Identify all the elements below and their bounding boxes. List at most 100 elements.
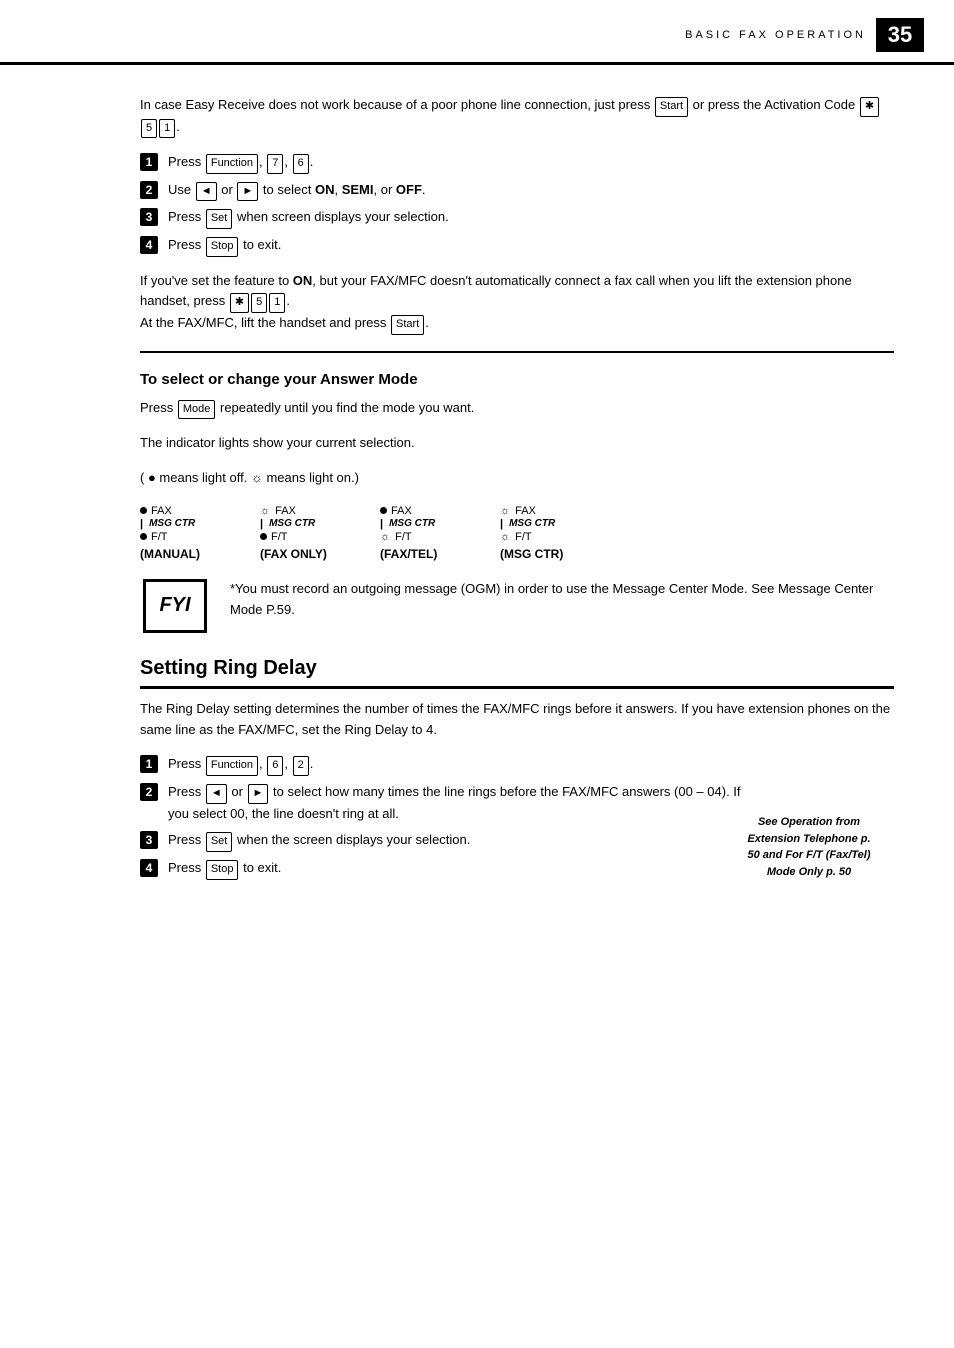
ring-step-4-text: Press xyxy=(168,860,205,875)
msgctr-fax-row: ☼ FAX xyxy=(500,505,555,517)
ring-step-4-end: to exit. xyxy=(239,860,281,875)
key-star2: ✱ xyxy=(230,293,249,313)
answer-mode-intro: Press Mode repeatedly until you find the… xyxy=(140,398,894,420)
msgctr-ft-row: ☼ F/T xyxy=(500,531,555,543)
mid-paragraph: If you've set the feature to ON, but you… xyxy=(140,271,894,335)
faxtel-ft-sun: ☼ xyxy=(380,531,390,543)
intro-text-1: In case Easy Receive does not work becau… xyxy=(140,97,654,112)
fyi-logo: FYI xyxy=(140,579,210,633)
key-stop-2: Stop xyxy=(206,860,239,880)
faxonly-fax-sun: ☼ xyxy=(260,505,270,517)
ring-step-3: 3 Press Set when the screen displays you… xyxy=(140,830,744,852)
manual-fax-label: FAX xyxy=(151,505,172,517)
step-num-1: 1 xyxy=(140,153,158,171)
ring-step-4: 4 Press Stop to exit. xyxy=(140,858,744,880)
step-3-content: Press Set when screen displays your sele… xyxy=(168,207,449,229)
ring-step-3-content: Press Set when the screen displays your … xyxy=(168,830,470,852)
key-right-2: ► xyxy=(248,784,269,804)
step-4: 4 Press Stop to exit. xyxy=(140,235,894,257)
faxtel-indicators: FAX | MSG CTR ☼ F/T xyxy=(380,505,435,543)
fyi-logo-box: FYI xyxy=(143,579,207,633)
msgctr-ft-label: F/T xyxy=(515,531,532,543)
faxtel-ft-row: ☼ F/T xyxy=(380,531,435,543)
indicator-text: The indicator lights show your current s… xyxy=(140,435,415,450)
faxtel-fax-row: FAX xyxy=(380,505,435,517)
answer-mode-line3: ( ● means light off. ☼ means light on.) xyxy=(140,468,894,489)
mode-table: FAX | MSG CTR F/T (MANUAL) xyxy=(140,505,894,561)
faxonly-ft-label: F/T xyxy=(271,531,288,543)
step-4-text: Press xyxy=(168,237,205,252)
step-2-text-select: to select xyxy=(259,182,315,197)
answer-line1-cont: repeatedly until you find the mode you w… xyxy=(216,400,474,415)
mid-text-1: If you've set the feature to xyxy=(140,273,293,288)
step-1-text: Press xyxy=(168,154,205,169)
step-num-2: 2 xyxy=(140,181,158,199)
mode-faxtel: FAX | MSG CTR ☼ F/T (FAX/TEL) xyxy=(380,505,470,561)
page-header: BASIC FAX OPERATION 35 xyxy=(0,0,954,65)
page: BASIC FAX OPERATION 35 In case Easy Rece… xyxy=(0,0,954,1348)
faxonly-fax-label: FAX xyxy=(275,505,296,517)
header-title: BASIC FAX OPERATION xyxy=(685,29,866,41)
ring-step-3-text: Press xyxy=(168,832,205,847)
step-2-text-use: Use xyxy=(168,182,195,197)
step-1-comma2: , xyxy=(284,154,291,169)
key-right: ► xyxy=(237,182,258,202)
faxtel-ft-label: F/T xyxy=(395,531,412,543)
faxonly-fax-row: ☼ FAX xyxy=(260,505,315,517)
faxtel-msg-bar: | xyxy=(380,518,383,530)
manual-mode-label: (MANUAL) xyxy=(140,547,200,561)
ring-step-2: 2 Press ◄ or ► to select how many times … xyxy=(140,782,744,824)
manual-msg-label: MSG CTR xyxy=(149,518,195,529)
intro-text-3: . xyxy=(176,119,180,134)
step-2-or: or xyxy=(218,182,237,197)
step-2-content: Use ◄ or ► to select ON, SEMI, or OFF. xyxy=(168,180,426,202)
manual-fax-dot xyxy=(140,507,147,514)
answer-line1-text: Press xyxy=(140,400,177,415)
intro-text-2: or press the Activation Code xyxy=(689,97,859,112)
manual-msg-bar: | xyxy=(140,518,143,530)
ring-step-num-3: 3 xyxy=(140,831,158,849)
ring-step-1-c2: , xyxy=(284,756,291,771)
sidebar-note-text: See Operation from Extension Telephone p… xyxy=(747,816,870,878)
faxonly-mode-label: (FAX ONLY) xyxy=(260,547,327,561)
ring-step-2-content: Press ◄ or ► to select how many times th… xyxy=(168,782,744,824)
mid-text-3: . xyxy=(286,293,290,308)
manual-indicators: FAX | MSG CTR F/T xyxy=(140,505,195,543)
key-function-2: Function xyxy=(206,756,258,776)
key-1: 1 xyxy=(159,119,175,139)
intro-paragraph: In case Easy Receive does not work becau… xyxy=(140,95,894,138)
key-2: 2 xyxy=(293,756,309,776)
step-3-text: Press xyxy=(168,209,205,224)
mid-text-4: At the FAX/MFC, lift the handset and pre… xyxy=(140,315,390,330)
step-4-content: Press Stop to exit. xyxy=(168,235,281,257)
key-function-1: Function xyxy=(206,154,258,174)
step-2: 2 Use ◄ or ► to select ON, SEMI, or OFF. xyxy=(140,180,894,202)
step-1-comma1: , xyxy=(259,154,266,169)
msgctr-mode-label: (MSG CTR) xyxy=(500,547,563,561)
step-3: 3 Press Set when screen displays your se… xyxy=(140,207,894,229)
step-3-end: when screen displays your selection. xyxy=(233,209,448,224)
msgctr-msg-bar: | xyxy=(500,518,503,530)
faxonly-msg-row: | MSG CTR xyxy=(260,518,315,530)
key-star: ✱ xyxy=(860,97,879,117)
mode-manual: FAX | MSG CTR F/T (MANUAL) xyxy=(140,505,230,561)
step-2-semi: SEMI xyxy=(342,182,374,197)
ring-step-num-1: 1 xyxy=(140,755,158,773)
step-2-end: . xyxy=(422,182,426,197)
step-1-end: . xyxy=(310,154,314,169)
ring-step-num-4: 4 xyxy=(140,859,158,877)
fyi-text: *You must record an outgoing message (OG… xyxy=(230,579,894,621)
ring-delay-layout: 1 Press Function, 6, 2. 2 Press ◄ or ► t… xyxy=(140,754,894,885)
key-7: 7 xyxy=(267,154,283,174)
key-12: 1 xyxy=(269,293,285,313)
key-left-2: ◄ xyxy=(206,784,227,804)
faxtel-fax-dot xyxy=(380,507,387,514)
mid-text-5: . xyxy=(425,315,429,330)
ring-step-2-or: or xyxy=(228,784,247,799)
section-divider-1 xyxy=(140,351,894,353)
msgctr-ft-sun: ☼ xyxy=(500,531,510,543)
sidebar-note: See Operation from Extension Telephone p… xyxy=(744,814,874,880)
key-5: 5 xyxy=(141,119,157,139)
key-6a: 6 xyxy=(293,154,309,174)
ring-step-num-2: 2 xyxy=(140,783,158,801)
